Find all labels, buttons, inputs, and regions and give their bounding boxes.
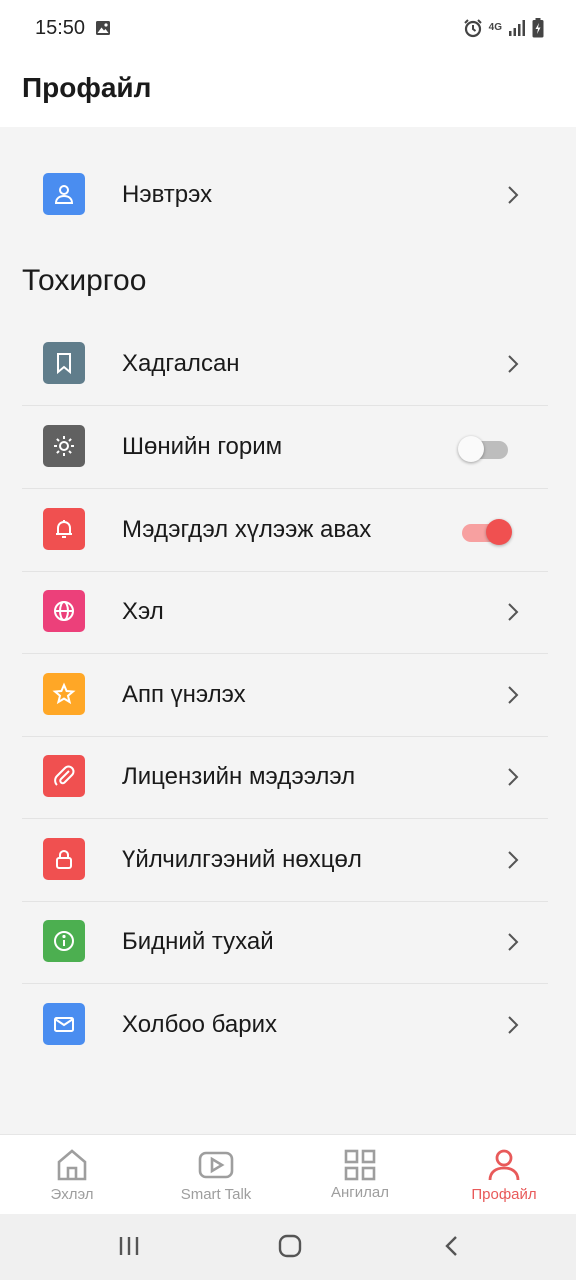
settings-item-label: Хадгалсан [122, 350, 240, 377]
bottom-nav: Эхлэл Smart Talk Ангилал Профайл [0, 1134, 576, 1215]
chevron-right-icon [508, 686, 519, 704]
nav-label: Профайл [471, 1186, 537, 1203]
chevron-right-icon [508, 355, 519, 373]
network-type-label: 4G [488, 22, 502, 33]
chevron-right-icon [508, 603, 519, 621]
settings-item-contact[interactable]: Холбоо барих [22, 984, 548, 1066]
lock-icon [43, 838, 85, 880]
nav-label: Эхлэл [50, 1186, 94, 1203]
recent-apps-icon[interactable] [117, 1234, 141, 1258]
night-mode-toggle[interactable] [458, 434, 508, 462]
nav-item-home[interactable]: Эхлэл [0, 1135, 144, 1215]
nav-label: Smart Talk [180, 1186, 252, 1203]
battery-icon [532, 18, 544, 38]
settings-item-label: Апп үнэлэх [122, 681, 246, 708]
chevron-right-icon [508, 1016, 519, 1034]
gallery-icon [96, 21, 110, 35]
login-row[interactable]: Нэвтрэх [22, 154, 548, 236]
globe-icon [43, 590, 85, 632]
settings-item-label: Холбоо барих [122, 1011, 277, 1038]
nav-item-profile[interactable]: Профайл [432, 1135, 576, 1215]
notifications-toggle[interactable] [462, 517, 512, 545]
bookmark-icon [43, 342, 85, 384]
nav-label: Ангилал [331, 1184, 389, 1201]
nav-item-smart-talk[interactable]: Smart Talk [144, 1135, 288, 1215]
status-time: 15:50 [35, 17, 86, 39]
settings-item-terms[interactable]: Үйлчилгээний нөхцөл [22, 819, 548, 902]
settings-item-night-mode[interactable]: Шөнийн горим [22, 406, 548, 489]
chevron-right-icon [508, 933, 519, 951]
play-icon [198, 1151, 234, 1179]
chevron-right-icon [508, 768, 519, 786]
settings-item-rate-app[interactable]: Апп үнэлэх [22, 654, 548, 737]
bell-icon [43, 508, 85, 550]
settings-item-saved[interactable]: Хадгалсан [22, 323, 548, 406]
nav-item-categories[interactable]: Ангилал [288, 1135, 432, 1215]
settings-item-label: Хэл [122, 598, 164, 625]
settings-item-about[interactable]: Бидний тухай [22, 901, 548, 984]
info-icon [43, 920, 85, 962]
chevron-right-icon [508, 186, 519, 204]
settings-item-language[interactable]: Хэл [22, 571, 548, 654]
status-bar: 15:50 4G [0, 0, 576, 58]
home-circle-icon[interactable] [277, 1233, 303, 1259]
chevron-right-icon [508, 851, 519, 869]
mail-icon [43, 1003, 85, 1045]
settings-item-label: Бидний тухай [122, 928, 274, 955]
settings-item-label: Шөнийн горим [122, 433, 283, 460]
app-header: Профайл [0, 58, 576, 127]
grid-icon [344, 1149, 376, 1181]
user-icon [488, 1149, 520, 1181]
status-icons: 4G [463, 17, 544, 39]
home-icon [57, 1149, 87, 1181]
system-nav-bar [0, 1214, 576, 1280]
settings-item-notifications[interactable]: Мэдэгдэл хүлээж авах [22, 489, 548, 572]
user-icon [43, 173, 85, 215]
sun-icon [43, 425, 85, 467]
back-icon[interactable] [442, 1234, 462, 1258]
settings-item-license[interactable]: Лицензийн мэдээлэл [22, 736, 548, 819]
star-icon [43, 673, 85, 715]
paperclip-icon [43, 755, 85, 797]
alarm-icon [463, 19, 482, 38]
page-title: Профайл [22, 72, 152, 103]
login-label: Нэвтрэх [122, 181, 213, 208]
settings-item-label: Лицензийн мэдээлэл [122, 763, 356, 790]
settings-section-title: Тохиргоо [22, 264, 147, 297]
settings-item-label: Үйлчилгээний нөхцөл [122, 846, 362, 873]
signal-icon [509, 20, 525, 36]
settings-item-label: Мэдэгдэл хүлээж авах [122, 516, 372, 543]
